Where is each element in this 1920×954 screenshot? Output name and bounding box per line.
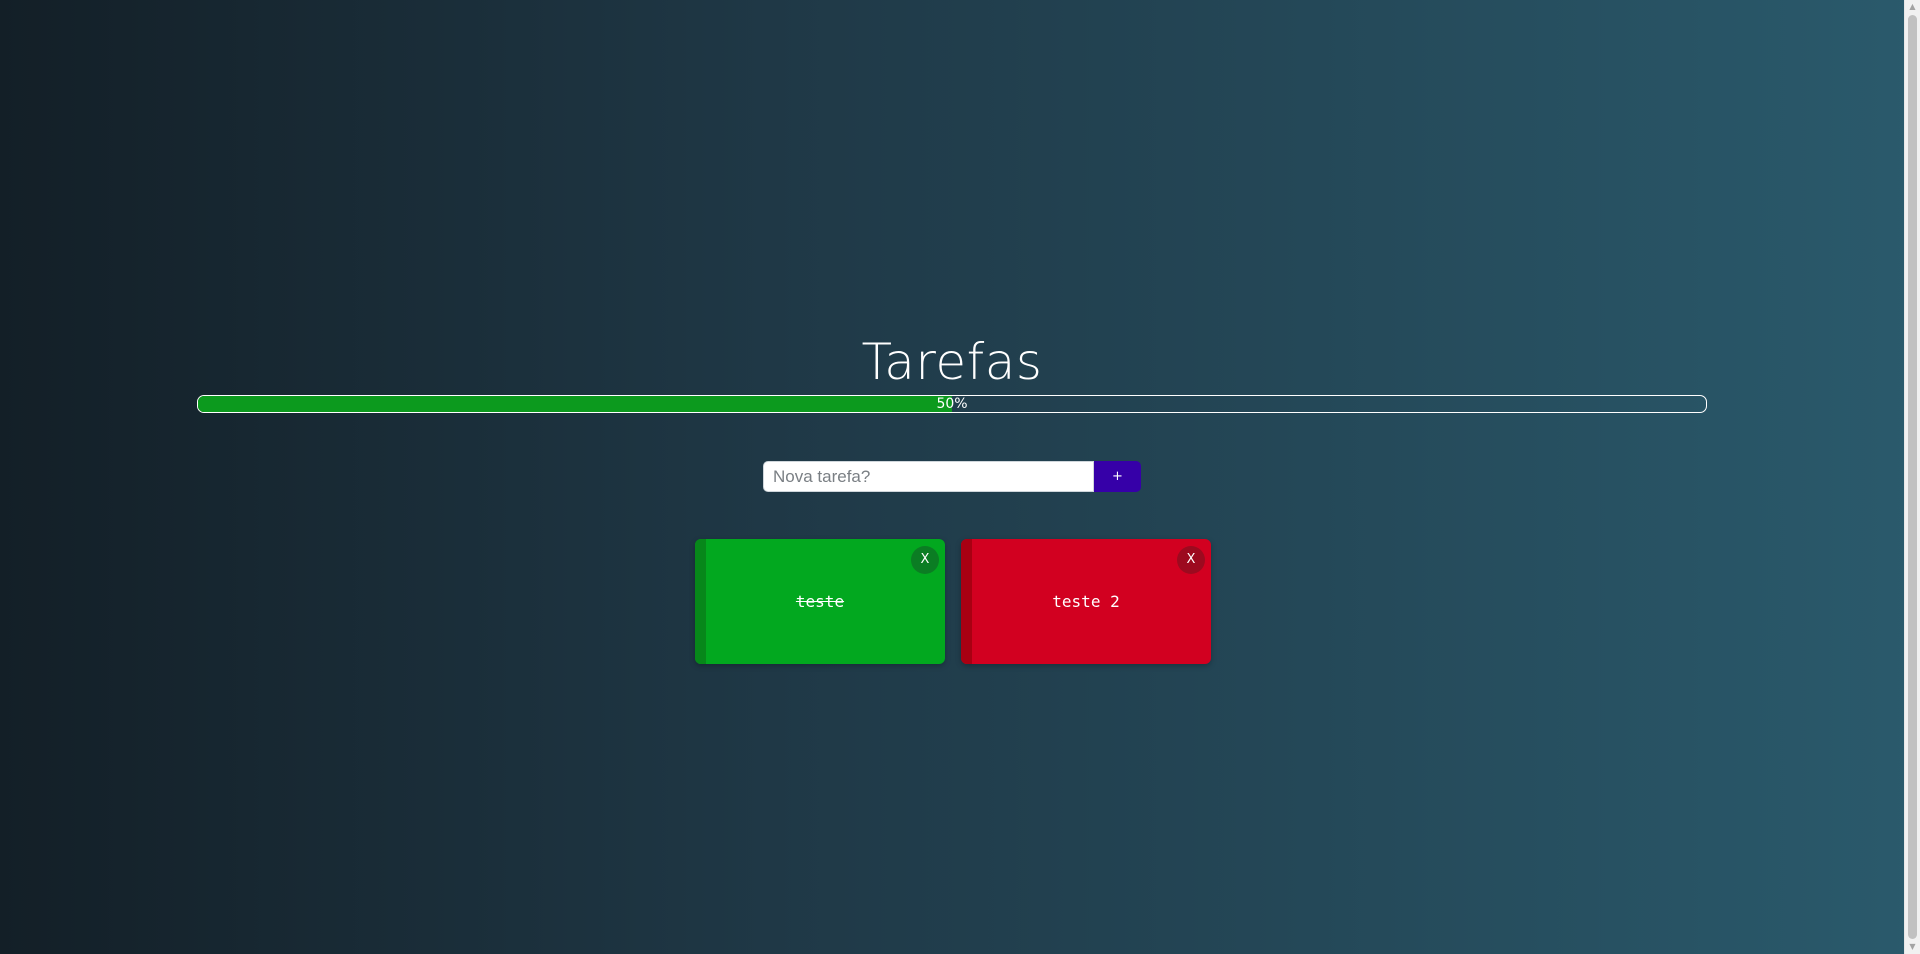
progress-label: 50% xyxy=(936,396,968,412)
scroll-up-arrow-icon[interactable]: ▲ xyxy=(1905,0,1920,14)
delete-task-button[interactable]: X xyxy=(911,546,939,574)
scrollbar-thumb[interactable] xyxy=(1908,15,1917,939)
task-list: teste X teste 2 X xyxy=(695,539,1211,664)
new-task-input[interactable] xyxy=(763,461,1094,492)
todo-app: Tarefas 50% + teste X teste 2 X xyxy=(0,0,1904,954)
task-text: teste 2 xyxy=(1052,592,1120,611)
task-card[interactable]: teste X xyxy=(695,539,945,664)
vertical-scrollbar[interactable]: ▲ ▼ xyxy=(1904,0,1920,954)
new-task-form: + xyxy=(763,461,1141,492)
delete-task-button[interactable]: X xyxy=(1177,546,1205,574)
page-title: Tarefas xyxy=(861,333,1043,391)
task-text: teste xyxy=(795,592,845,611)
add-task-button[interactable]: + xyxy=(1094,461,1141,492)
scroll-down-arrow-icon[interactable]: ▼ xyxy=(1905,940,1920,954)
task-card[interactable]: teste 2 X xyxy=(961,539,1211,664)
progress-bar: 50% xyxy=(197,395,1707,413)
